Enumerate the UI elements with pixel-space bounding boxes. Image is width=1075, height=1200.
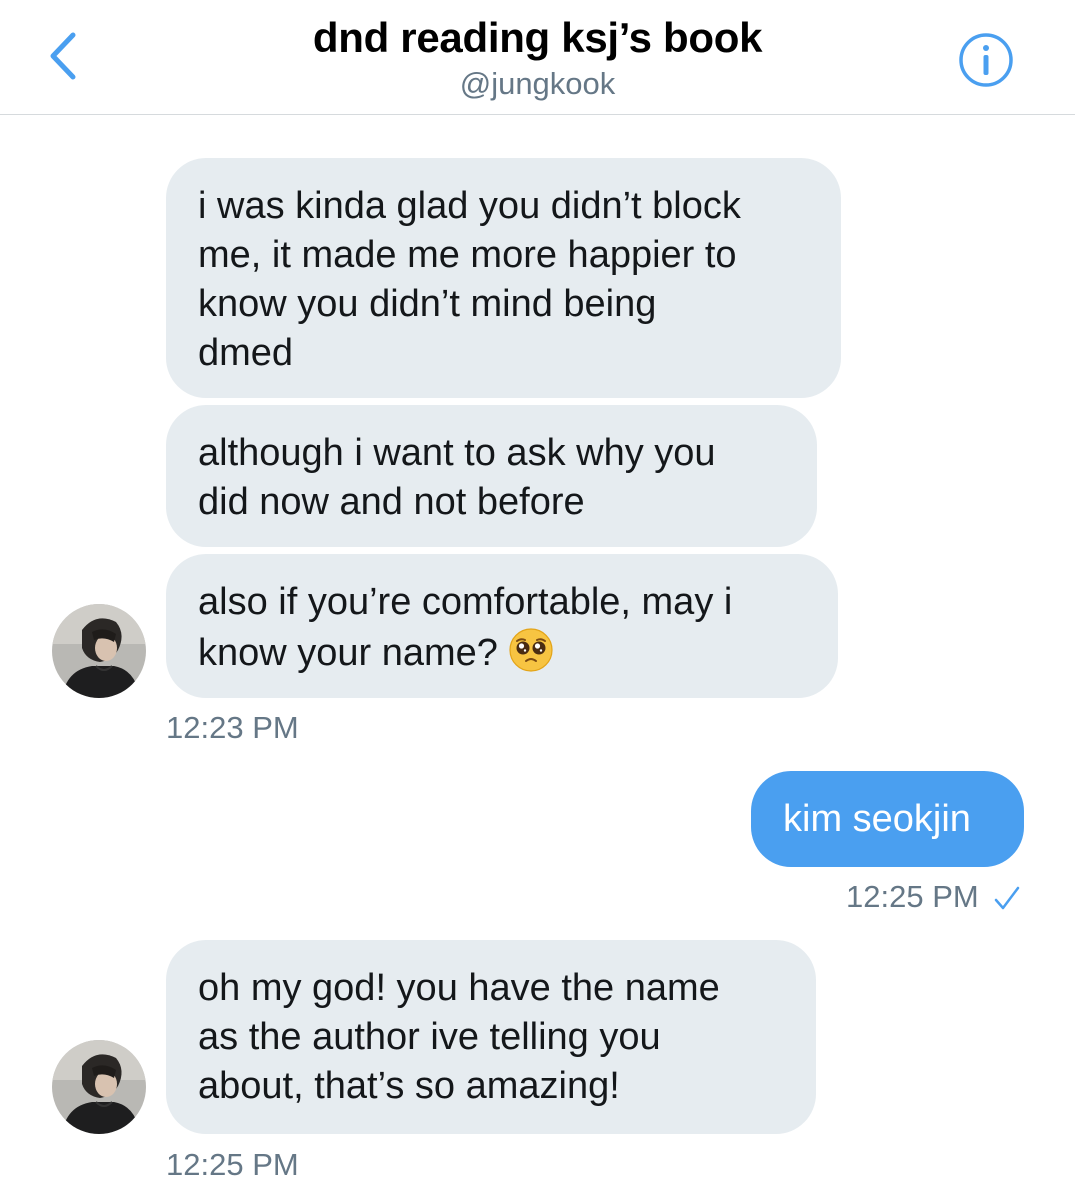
message-timestamp: 12:25 PM [166, 1147, 299, 1182]
message-text-line: know your name? [198, 627, 806, 678]
info-button[interactable] [958, 32, 1014, 88]
checkmark-icon [994, 886, 1020, 910]
message-text-line: about, that’s so amazing! [198, 1065, 620, 1107]
avatar[interactable] [52, 1040, 146, 1134]
conversation-title: dnd reading ksj’s book [312, 14, 763, 61]
message-text-line: know you didn’t mind being [198, 283, 657, 325]
message-text-line: did now and not before [198, 481, 585, 523]
message-bubble-incoming[interactable]: also if you’re comfortable, may i know y… [166, 554, 838, 698]
message-text-line: also if you’re comfortable, may i [198, 581, 733, 623]
message-text-line: although i want to ask why you [198, 432, 716, 474]
message-bubble-incoming[interactable]: i was kinda glad you didn’t block me, it… [166, 158, 841, 398]
message-text-line: kim seokjin [783, 798, 971, 840]
message-text-line: i was kinda glad you didn’t block [198, 185, 741, 227]
pleading-face-emoji [509, 628, 553, 672]
message-bubble-incoming[interactable]: oh my god! you have the name as the auth… [166, 940, 816, 1134]
message-text-line-content: know your name? [198, 632, 498, 674]
avatar-photo-icon [52, 1040, 146, 1134]
message-timestamp: 12:25 PM [846, 879, 979, 914]
message-text-line: oh my god! you have the name [198, 967, 720, 1009]
conversation-header: dnd reading ksj’s book @jungkook [0, 0, 1075, 115]
message-text-line: as the author ive telling you [198, 1016, 661, 1058]
message-text-line: dmed [198, 332, 294, 374]
avatar[interactable] [52, 604, 146, 698]
message-text-line: me, it made me more happier to [198, 234, 737, 276]
message-timestamp: 12:23 PM [166, 710, 299, 745]
avatar-photo-icon [52, 604, 146, 698]
info-circle-icon [959, 33, 1013, 87]
conversation-handle: @jungkook [459, 66, 616, 101]
message-bubble-incoming[interactable]: although i want to ask why you did now a… [166, 405, 817, 547]
message-bubble-outgoing[interactable]: kim seokjin [751, 771, 1024, 867]
